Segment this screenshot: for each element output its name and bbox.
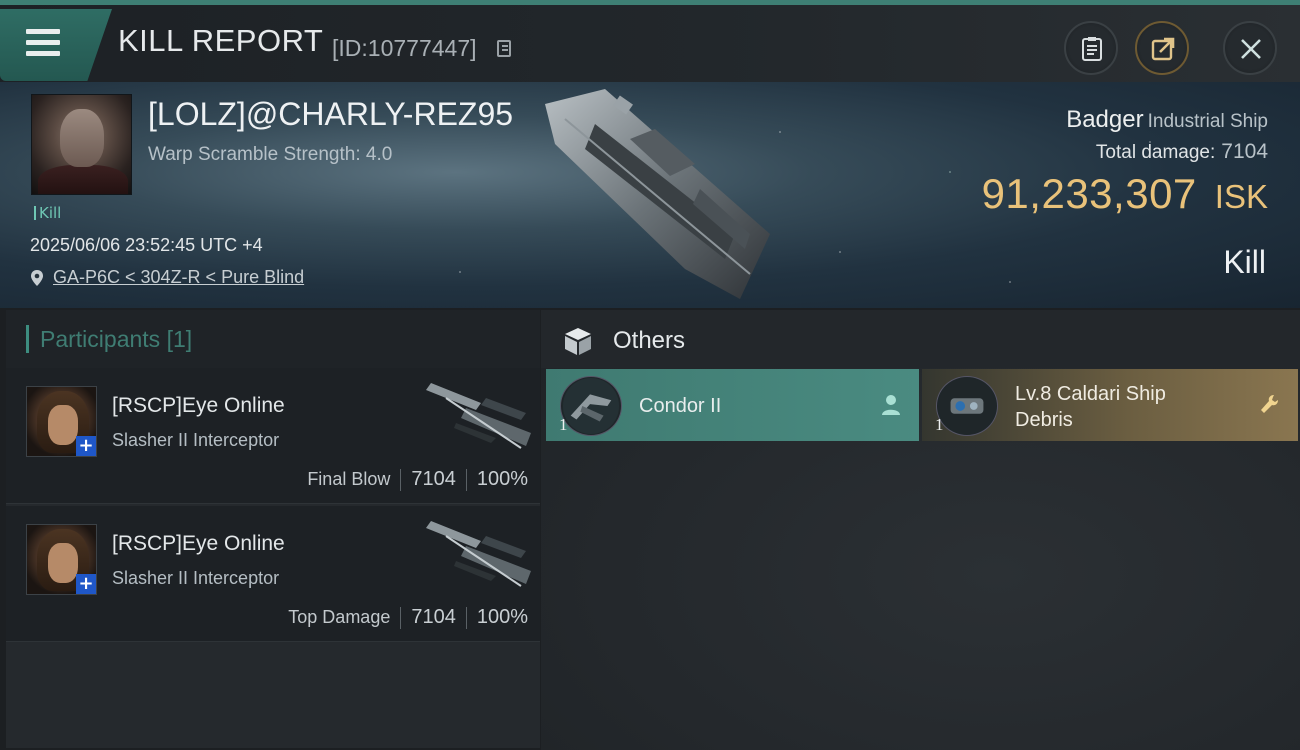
hamburger-icon	[26, 29, 60, 57]
kill-tag: Kill	[34, 206, 61, 221]
isk-amount: 91,233,307	[981, 170, 1197, 217]
report-id: [ID:10777447]	[332, 35, 477, 61]
warp-scramble-strength: Warp Scramble Strength: 4.0	[148, 144, 393, 165]
kill-datetime: 2025/06/06 23:52:45 UTC +4	[30, 235, 263, 255]
participant-ship-image	[426, 521, 531, 587]
others-title: Others	[613, 327, 686, 354]
condor-ship-thumb	[560, 376, 622, 436]
participant-row[interactable]: + [RSCP]Eye Online Slasher II Intercepto…	[6, 506, 540, 642]
add-contact-icon[interactable]: +	[76, 436, 96, 456]
isk-unit: ISK	[1214, 178, 1268, 215]
page-title: KILL REPORT	[118, 23, 324, 58]
person-icon[interactable]	[881, 394, 901, 416]
item-quantity: 1	[559, 415, 568, 434]
victim-ship-image	[545, 89, 770, 299]
total-damage-value: 7104	[1221, 140, 1268, 163]
victim-portrait[interactable]	[31, 94, 132, 195]
item-caldari-ship-debris[interactable]: 1 Lv.8 Caldari Ship Debris	[922, 369, 1298, 441]
total-damage-label: Total damage:	[1095, 142, 1216, 163]
share-icon	[1151, 37, 1175, 61]
location-link[interactable]: GA-P6C < 304Z-R < Pure Blind	[53, 267, 304, 288]
location-pin-icon	[31, 269, 43, 286]
others-header: Others	[541, 310, 1300, 368]
participant-ship-image	[426, 383, 531, 449]
damage-tag: Top Damage	[288, 607, 391, 627]
participant-percent: 100%	[476, 468, 528, 490]
participants-label: Participants	[40, 326, 161, 352]
victim-ship-name[interactable]: Badger	[1066, 106, 1143, 133]
participant-stats: Final Blow 7104 100%	[307, 468, 528, 491]
copy-icon[interactable]	[497, 40, 511, 57]
section-marker	[26, 325, 29, 353]
participant-name[interactable]: [RSCP]Eye Online	[112, 532, 285, 556]
item-quantity: 1	[935, 415, 944, 434]
participant-stats: Top Damage 7104 100%	[288, 606, 528, 629]
participant-avatar[interactable]: +	[26, 524, 97, 595]
blow-tag: Final Blow	[307, 469, 391, 489]
participants-header: Participants [1]	[6, 310, 540, 368]
kill-result: Kill	[1223, 244, 1266, 280]
victim-summary: [LOLZ]@CHARLY-REZ95 Warp Scramble Streng…	[0, 82, 1300, 308]
clipboard-icon	[1082, 37, 1102, 61]
participants-title: Participants [1]	[40, 326, 192, 353]
participant-damage: 7104	[411, 468, 456, 490]
participants-count: [1]	[166, 326, 193, 352]
cargo-box-icon	[565, 328, 591, 355]
item-name-line1: Lv.8 Caldari Ship	[1015, 383, 1166, 405]
debris-thumb	[936, 376, 998, 436]
item-condor-ii[interactable]: 1 Condor II	[546, 369, 919, 441]
participant-percent: 100%	[476, 606, 528, 628]
victim-name[interactable]: [LOLZ]@CHARLY-REZ95	[148, 96, 513, 133]
victim-ship-type: Badger Industrial Ship	[1066, 106, 1268, 134]
participant-ship: Slasher II Interceptor	[112, 568, 280, 588]
add-contact-icon[interactable]: +	[76, 574, 96, 594]
report-button[interactable]	[1064, 21, 1118, 75]
menu-button[interactable]	[0, 9, 112, 81]
participants-panel: Participants [1] + [RSCP]Eye Online Slas…	[6, 310, 540, 748]
isk-value: 91,233,307 ISK	[982, 170, 1268, 218]
header-bar: KILL REPORT [ID:10777447]	[0, 5, 1300, 82]
participant-row[interactable]: + [RSCP]Eye Online Slasher II Intercepto…	[6, 368, 540, 504]
participant-damage: 7104	[411, 606, 456, 628]
share-button[interactable]	[1135, 21, 1189, 75]
wrench-icon[interactable]	[1260, 394, 1280, 416]
close-icon	[1241, 39, 1261, 59]
total-damage: Total damage: 7104	[1096, 140, 1268, 164]
others-panel: Others 1 Condor II 1 Lv.8 Caldari Ship D…	[541, 310, 1300, 750]
item-name: Condor II	[639, 395, 722, 417]
item-name-line2: Debris	[1015, 409, 1073, 431]
close-button[interactable]	[1223, 21, 1277, 75]
item-name: Lv.8 Caldari Ship Debris	[1015, 381, 1166, 433]
victim-ship-class: Industrial Ship	[1147, 111, 1268, 132]
participant-name[interactable]: [RSCP]Eye Online	[112, 394, 285, 418]
participant-ship: Slasher II Interceptor	[112, 430, 280, 450]
kill-location[interactable]: GA-P6C < 304Z-R < Pure Blind	[30, 267, 304, 288]
participant-avatar[interactable]: +	[26, 386, 97, 457]
